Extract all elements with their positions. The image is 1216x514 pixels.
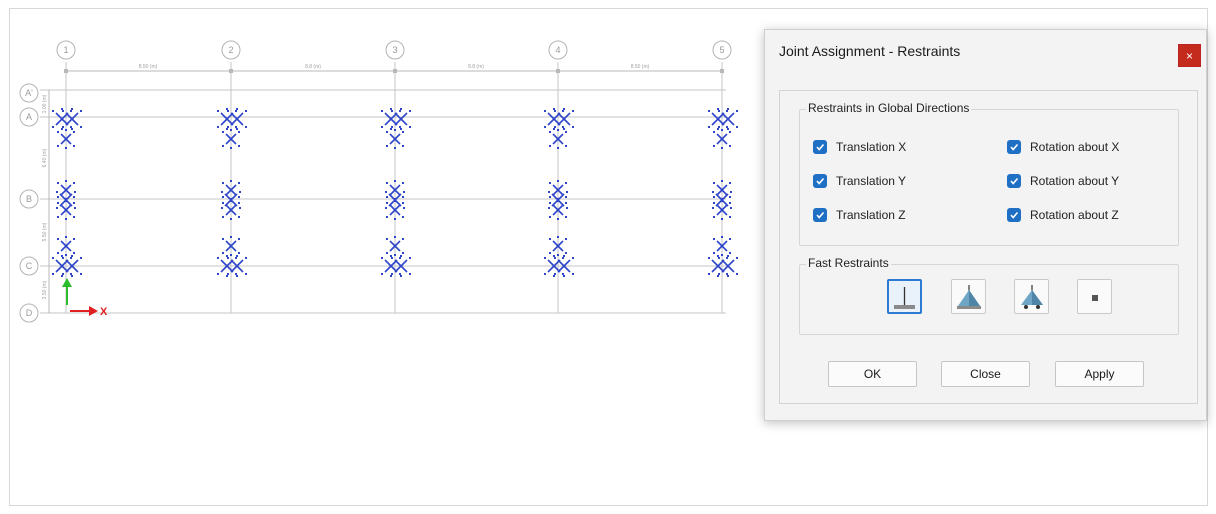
- fixed-support-icon: [894, 287, 915, 309]
- rotation-z-label: Rotation about Z: [1030, 208, 1119, 222]
- dialog-content-panel: Restraints in Global Directions Translat…: [779, 90, 1198, 404]
- free-joint-icon: [1092, 295, 1098, 301]
- rotation-y-checkbox[interactable]: Rotation about Y: [1007, 173, 1119, 189]
- roller-support-icon: [1021, 285, 1043, 309]
- x-axis-label: X: [100, 306, 108, 318]
- dialog-title: Joint Assignment - Restraints: [779, 43, 961, 59]
- span-label-3-4: 8.8 (m): [468, 64, 484, 70]
- free-joint-button[interactable]: [1077, 279, 1112, 314]
- rotation-z-checkbox[interactable]: Rotation about Z: [1007, 207, 1119, 223]
- dialog-close-button[interactable]: ×: [1178, 44, 1201, 67]
- row-span-label-4: 3.50 (m): [42, 280, 48, 299]
- axis-indicator: X: [62, 278, 108, 318]
- translation-y-checkbox[interactable]: Translation Y: [813, 173, 906, 189]
- apply-button[interactable]: Apply: [1055, 361, 1144, 387]
- grid-bubble-b: B: [26, 194, 32, 204]
- span-label-1-2: 8.50 (m): [139, 64, 158, 70]
- fast-restraints-group: Fast Restraints: [799, 256, 1179, 335]
- check-icon: [1007, 140, 1021, 154]
- roller-support-button[interactable]: [1014, 279, 1049, 314]
- row-span-label-1: 1.00 (m): [42, 94, 48, 113]
- rotation-y-label: Rotation about Y: [1030, 174, 1120, 188]
- fast-restraints-title: Fast Restraints: [806, 256, 891, 270]
- check-icon: [813, 140, 827, 154]
- grid-bubble-5: 5: [719, 45, 724, 55]
- grid-bubble-3: 3: [392, 45, 397, 55]
- grid-bubble-a-prime: A': [25, 88, 33, 98]
- check-icon: [813, 208, 827, 222]
- rotation-x-checkbox[interactable]: Rotation about X: [1007, 139, 1119, 155]
- check-icon: [813, 174, 827, 188]
- grid-bubble-4: 4: [555, 45, 560, 55]
- translation-x-label: Translation X: [836, 140, 907, 154]
- translation-z-label: Translation Z: [836, 208, 906, 222]
- row-span-label-2: 6.40 (m): [42, 148, 48, 167]
- translation-x-checkbox[interactable]: Translation X: [813, 139, 906, 155]
- global-restraints-title: Restraints in Global Directions: [806, 101, 972, 115]
- translation-z-checkbox[interactable]: Translation Z: [813, 207, 906, 223]
- row-span-label-3: 5.50 (m): [42, 222, 48, 241]
- grid-bubble-2: 2: [228, 45, 233, 55]
- grid-bubble-c: C: [26, 261, 33, 271]
- translation-y-label: Translation Y: [836, 174, 907, 188]
- check-icon: [1007, 208, 1021, 222]
- structural-plan-view[interactable]: 1 2 3 4 5 A' A B C D 8.50 (m) 8.8 (m) 8.…: [0, 0, 760, 340]
- check-icon: [1007, 174, 1021, 188]
- grid-bubble-a: A: [26, 112, 32, 122]
- fixed-support-button[interactable]: [887, 279, 922, 314]
- span-label-4-5: 8.50 (m): [631, 64, 650, 70]
- span-label-2-3: 8.8 (m): [305, 64, 321, 70]
- ok-button[interactable]: OK: [828, 361, 917, 387]
- pinned-support-icon: [957, 285, 981, 309]
- rotation-x-label: Rotation about X: [1030, 140, 1120, 154]
- grid-bubble-d: D: [26, 308, 33, 318]
- global-restraints-group: Restraints in Global Directions Translat…: [799, 101, 1179, 246]
- grid-bubble-1: 1: [63, 45, 68, 55]
- pinned-support-button[interactable]: [951, 279, 986, 314]
- close-button[interactable]: Close: [941, 361, 1030, 387]
- joint-assignment-dialog: Joint Assignment - Restraints × Restrain…: [764, 29, 1207, 421]
